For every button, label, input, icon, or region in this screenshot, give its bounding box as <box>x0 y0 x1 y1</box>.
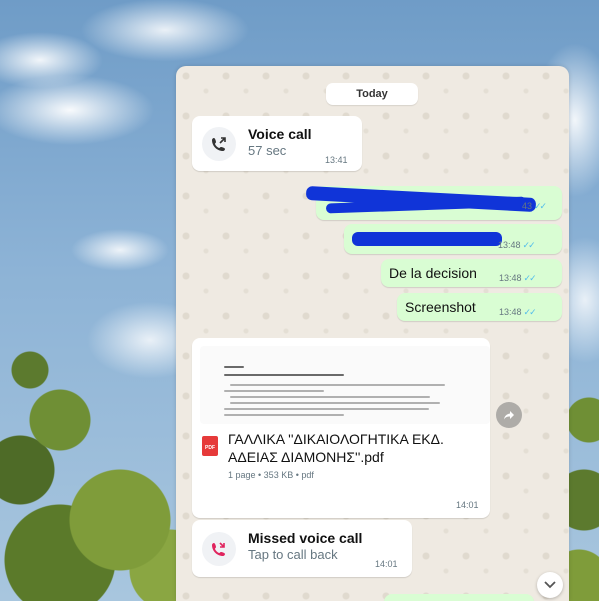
voice-call-title: Voice call <box>248 126 312 142</box>
chat-window[interactable]: Today Voice call 57 sec 13:41 43 ✓✓ 13:48… <box>176 66 569 601</box>
message-time: 13:48 ✓✓ <box>499 307 537 317</box>
message-time: 13:48 ✓✓ <box>498 240 536 250</box>
message-text: De la decision <box>389 265 477 281</box>
message-bubble[interactable]: De la decision 13:48 ✓✓ <box>381 259 562 287</box>
scroll-to-bottom-button[interactable] <box>537 572 563 598</box>
message-time: 13:48 ✓✓ <box>499 273 537 283</box>
partial-message-bubble[interactable] <box>384 594 534 601</box>
date-separator: Today <box>326 83 418 105</box>
tree-foliage-left <box>0 330 200 601</box>
voice-call-duration: 57 sec <box>248 143 287 158</box>
missed-call-title: Missed voice call <box>248 530 363 546</box>
message-bubble[interactable]: Screenshot 13:48 ✓✓ <box>397 293 562 321</box>
document-time: 14:01 <box>456 500 479 510</box>
document-name: ΓΑΛΛΙΚΑ ''ΔΙΚΑΙΟΛΟΓΗΤΙΚΑ ΕΚΔ. ΑΔΕΙΑΣ ΔΙΑ… <box>228 431 444 465</box>
redaction-scribble <box>352 232 502 246</box>
outgoing-call-icon <box>202 127 236 161</box>
doc-preview-line <box>224 408 429 410</box>
message-text: Screenshot <box>405 299 476 315</box>
doc-preview-line <box>224 374 344 376</box>
doc-preview-line <box>224 414 344 416</box>
document-message-bubble[interactable]: PDF ΓΑΛΛΙΚΑ ''ΔΙΚΑΙΟΛΟΓΗΤΙΚΑ ΕΚΔ. ΑΔΕΙΑΣ… <box>192 338 490 518</box>
doc-preview-line <box>230 384 445 386</box>
missed-call-bubble[interactable]: Missed voice call Tap to call back 14:01 <box>192 520 412 577</box>
redacted-message-bubble[interactable]: 13:48 ✓✓ <box>344 224 562 254</box>
redacted-message-bubble[interactable]: 43 ✓✓ <box>305 185 562 220</box>
doc-preview-line <box>230 396 430 398</box>
missed-call-icon <box>202 532 236 566</box>
doc-preview-line <box>224 390 324 392</box>
doc-preview-line <box>224 366 244 368</box>
chevron-down-icon <box>544 581 556 589</box>
message-time: 43 ✓✓ <box>522 201 547 211</box>
document-meta: 1 page • 353 KB • pdf <box>228 470 314 480</box>
missed-call-time: 14:01 <box>375 559 398 569</box>
pdf-file-icon: PDF <box>202 436 218 456</box>
forward-icon[interactable] <box>496 402 522 428</box>
voice-call-bubble[interactable]: Voice call 57 sec 13:41 <box>192 116 362 171</box>
document-preview[interactable] <box>200 346 490 424</box>
voice-call-time: 13:41 <box>325 155 348 165</box>
doc-preview-line <box>230 402 440 404</box>
missed-call-subtitle[interactable]: Tap to call back <box>248 547 338 562</box>
